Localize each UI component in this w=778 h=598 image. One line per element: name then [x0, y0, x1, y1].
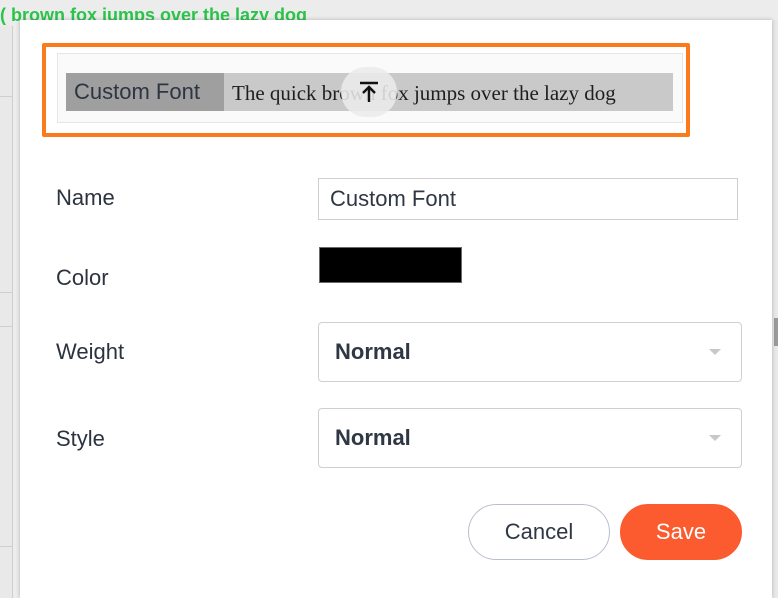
- preview-highlight-frame: [42, 43, 690, 137]
- chevron-down-icon: [709, 349, 721, 355]
- background-divider: [0, 326, 12, 327]
- chevron-down-icon: [709, 435, 721, 441]
- style-select[interactable]: Normal: [318, 408, 742, 468]
- weight-select-value: Normal: [335, 339, 411, 364]
- weight-label: Weight: [56, 339, 125, 364]
- background-divider: [0, 96, 12, 97]
- style-label: Style: [56, 426, 105, 451]
- style-select-value: Normal: [335, 425, 411, 450]
- background-right-panel: [772, 20, 778, 598]
- color-label: Color: [56, 265, 109, 290]
- weight-select[interactable]: Normal: [318, 322, 742, 382]
- name-input[interactable]: [318, 178, 738, 220]
- save-button[interactable]: Save: [620, 504, 742, 560]
- color-swatch[interactable]: [319, 247, 462, 283]
- cancel-button[interactable]: Cancel: [468, 504, 610, 560]
- custom-font-dialog: Custom Font The quick brown fox jumps ov…: [20, 20, 772, 598]
- background-divider: [0, 292, 12, 293]
- background-left-panel: [0, 26, 13, 598]
- background-scroll-mark: [774, 318, 778, 346]
- background-divider: [0, 546, 12, 547]
- name-label: Name: [56, 185, 115, 210]
